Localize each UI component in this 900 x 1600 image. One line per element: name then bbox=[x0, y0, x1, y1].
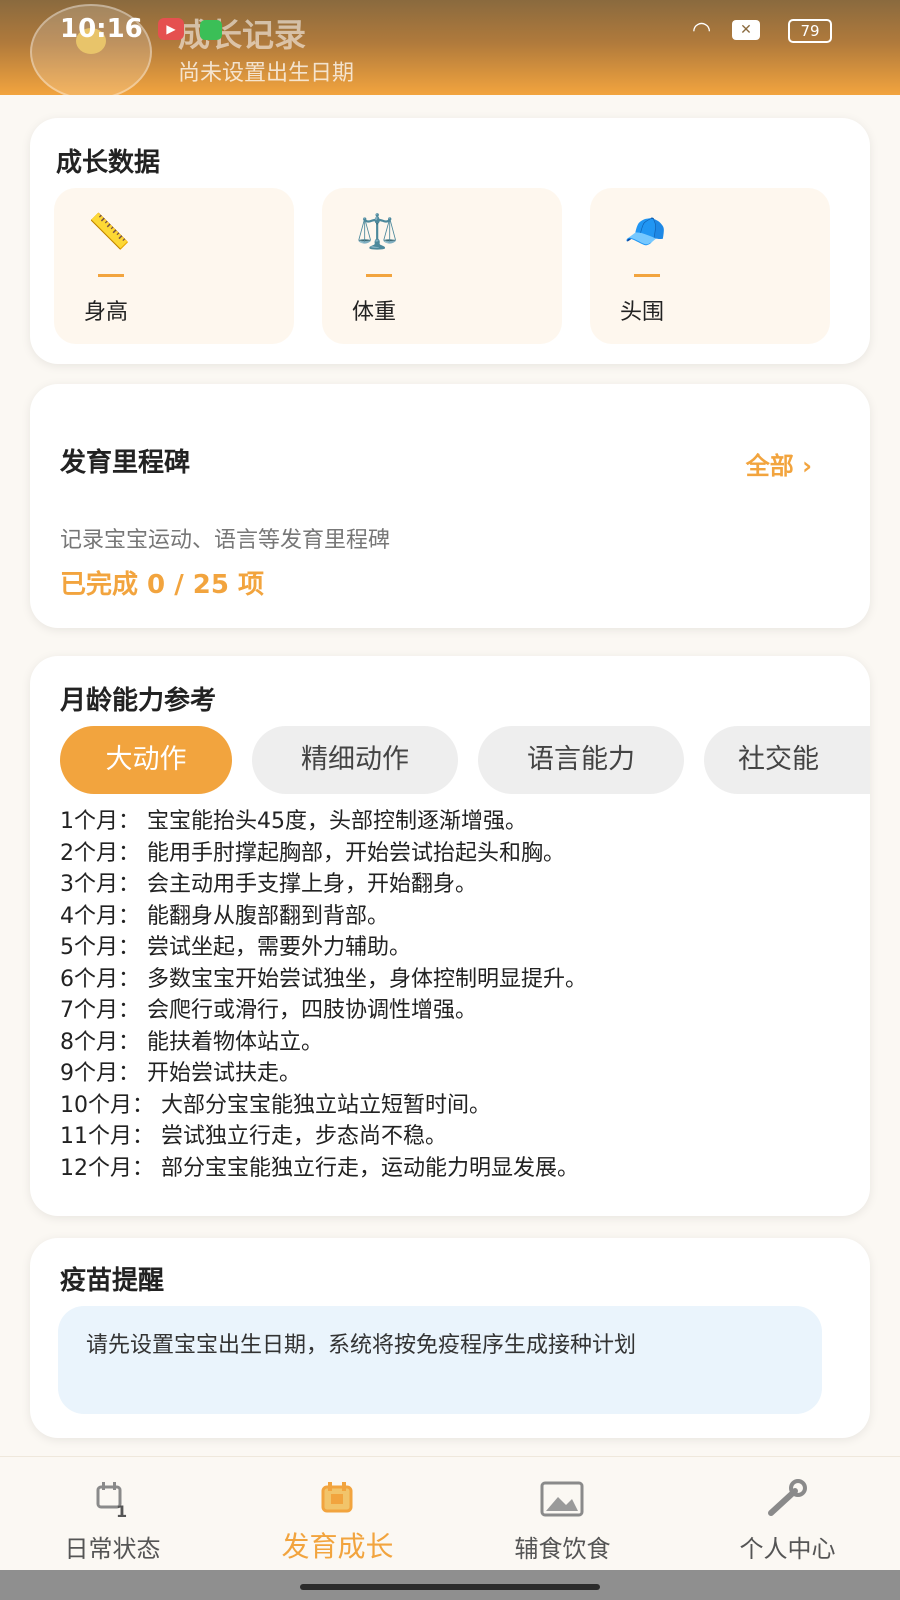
list-item: 12个月： 部分宝宝能独立行走，运动能力明显发展。 bbox=[60, 1155, 579, 1181]
cap-icon: 🧢 bbox=[624, 212, 667, 252]
growth-calendar-icon bbox=[321, 1482, 353, 1513]
milestones-all-link[interactable]: 全部 › bbox=[746, 446, 812, 481]
age-ability-card: 月龄能力参考 大动作 精细动作 语言能力 社交能 1个月： 宝宝能抬头45度，头… bbox=[30, 656, 870, 1216]
vaccine-card: 疫苗提醒 请先设置宝宝出生日期，系统将按免疫程序生成接种计划 bbox=[30, 1238, 870, 1438]
birth-date-note[interactable]: 尚未设置出生日期 bbox=[178, 55, 354, 87]
nav-item-food[interactable]: 辅食饮食 bbox=[450, 1457, 675, 1571]
milestones-progress: 已完成 0 / 25 项 bbox=[60, 570, 264, 600]
list-item: 11个月： 尝试独立行走，步态尚不稳。 bbox=[60, 1124, 447, 1149]
growth-data-title: 成长数据 bbox=[56, 148, 161, 178]
nav-label: 发育成长 bbox=[281, 1530, 394, 1563]
list-item: 7个月： 会爬行或滑行，四肢协调性增强。 bbox=[60, 998, 477, 1023]
milestones-card[interactable]: 发育里程碑 全部 › 记录宝宝运动、语言等发育里程碑 已完成 0 / 25 项 bbox=[30, 384, 870, 628]
growth-data-card: 成长数据 📏 身高 ⚖️ 体重 🧢 头围 bbox=[30, 118, 870, 364]
metric-value-dash bbox=[98, 274, 124, 277]
metric-label: 头围 bbox=[620, 300, 665, 325]
list-item: 2个月： 能用手肘撑起胸部，开始尝试抬起头和胸。 bbox=[60, 840, 565, 866]
ability-tabs: 大动作 精细动作 语言能力 社交能 bbox=[60, 726, 870, 796]
metric-value-dash bbox=[634, 274, 660, 277]
battery-icon: 79 bbox=[788, 19, 832, 43]
nav-label: 个人中心 bbox=[739, 1535, 836, 1563]
calendar-icon: 1 bbox=[96, 1482, 127, 1519]
wrench-icon bbox=[768, 1479, 807, 1516]
status-time: 10:16 bbox=[60, 14, 143, 44]
tab-language[interactable]: 语言能力 bbox=[478, 726, 684, 794]
milestones-description: 记录宝宝运动、语言等发育里程碑 bbox=[60, 528, 391, 553]
nav-item-development[interactable]: 发育成长 bbox=[225, 1457, 450, 1571]
tab-social[interactable]: 社交能 bbox=[704, 726, 870, 794]
list-item: 3个月： 会主动用手支撑上身，开始翻身。 bbox=[60, 872, 477, 897]
home-indicator[interactable] bbox=[300, 1584, 600, 1590]
metric-height[interactable]: 📏 身高 bbox=[54, 188, 294, 344]
app-header: 成长记录 10:16 ▶ 尚未设置出生日期 ◠ ✕ 79 bbox=[0, 0, 900, 95]
vaccine-notice[interactable]: 请先设置宝宝出生日期，系统将按免疫程序生成接种计划 bbox=[58, 1306, 822, 1414]
vaccine-title: 疫苗提醒 bbox=[60, 1266, 165, 1296]
bottom-nav: 1 日常状态 发育成长 辅食饮食 个人中心 bbox=[0, 1456, 900, 1571]
list-item: 9个月： 开始尝试扶走。 bbox=[60, 1061, 301, 1086]
metric-head-circumference[interactable]: 🧢 头围 bbox=[590, 188, 830, 344]
list-item: 4个月： 能翻身从腹部翻到背部。 bbox=[60, 903, 389, 929]
milestones-title: 发育里程碑 bbox=[60, 448, 191, 478]
svg-text:1: 1 bbox=[116, 1502, 127, 1519]
ability-list: 1个月： 宝宝能抬头45度，头部控制逐渐增强。 2个月： 能用手肘撑起胸部，开始… bbox=[60, 806, 860, 1184]
image-icon bbox=[540, 1481, 584, 1517]
metric-weight[interactable]: ⚖️ 体重 bbox=[322, 188, 562, 344]
list-item: 10个月： 大部分宝宝能独立站立短暂时间。 bbox=[60, 1092, 491, 1118]
list-item: 1个月： 宝宝能抬头45度，头部控制逐渐增强。 bbox=[60, 809, 527, 834]
nav-item-profile[interactable]: 个人中心 bbox=[675, 1457, 900, 1571]
ruler-icon: 📏 bbox=[88, 212, 131, 252]
list-item: 6个月： 多数宝宝开始尝试独坐，身体控制明显提升。 bbox=[60, 966, 587, 992]
play-record-icon: ▶ bbox=[158, 18, 184, 40]
age-ability-title: 月龄能力参考 bbox=[60, 686, 217, 716]
nav-label: 日常状态 bbox=[64, 1535, 161, 1563]
list-item: 8个月： 能扶着物体站立。 bbox=[60, 1029, 323, 1055]
metric-value-dash bbox=[366, 274, 392, 277]
tab-gross-motor[interactable]: 大动作 bbox=[60, 726, 232, 794]
page-title: 成长记录 bbox=[178, 16, 307, 54]
wifi-icon: ◠ bbox=[692, 18, 712, 43]
nav-item-daily-status[interactable]: 1 日常状态 bbox=[0, 1457, 225, 1571]
list-item: 5个月： 尝试坐起，需要外力辅助。 bbox=[60, 935, 411, 960]
metric-label: 体重 bbox=[352, 300, 397, 325]
scale-icon: ⚖️ bbox=[356, 212, 399, 252]
nav-label: 辅食饮食 bbox=[514, 1535, 611, 1563]
grid-app-icon bbox=[200, 20, 222, 40]
metric-label: 身高 bbox=[84, 300, 129, 325]
tab-fine-motor[interactable]: 精细动作 bbox=[252, 726, 458, 794]
close-x-icon: ✕ bbox=[732, 20, 760, 40]
